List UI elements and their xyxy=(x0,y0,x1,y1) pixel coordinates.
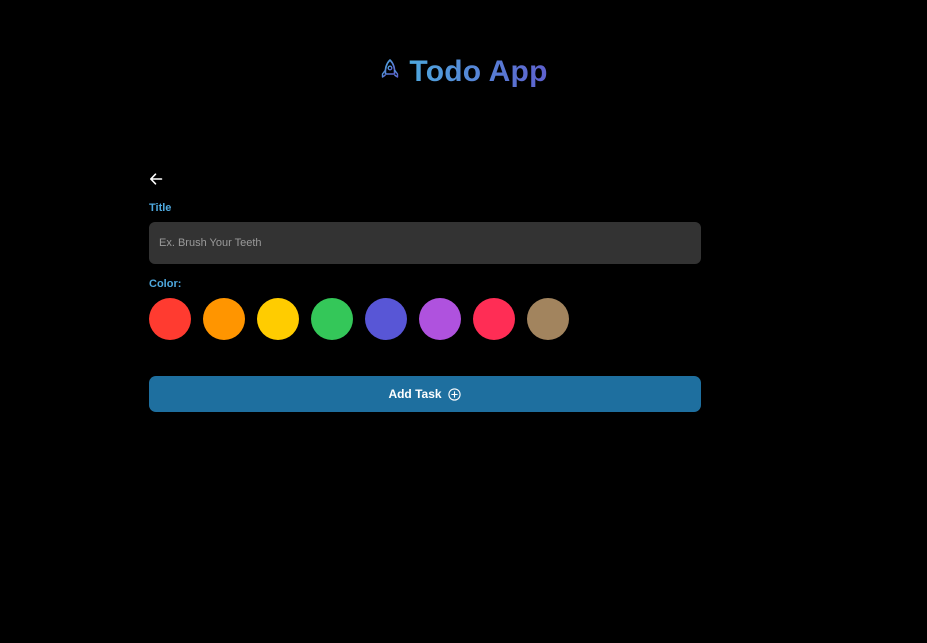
task-form: Title Color: Add Task xyxy=(149,172,701,412)
plus-circle-icon xyxy=(448,387,462,401)
color-swatch-pink[interactable] xyxy=(473,298,515,340)
add-task-label: Add Task xyxy=(388,387,442,401)
arrow-left-icon xyxy=(149,172,163,191)
color-swatch-yellow[interactable] xyxy=(257,298,299,340)
title-label: Title xyxy=(149,202,172,214)
page: Todo App Title Color: Add Task xyxy=(0,0,927,643)
color-label: Color: xyxy=(149,278,182,290)
color-swatch-red[interactable] xyxy=(149,298,191,340)
title-input[interactable] xyxy=(149,222,701,264)
back-button[interactable] xyxy=(147,172,165,190)
color-swatch-indigo[interactable] xyxy=(365,298,407,340)
app-header: Todo App xyxy=(0,50,927,94)
color-swatch-brown[interactable] xyxy=(527,298,569,340)
add-task-button[interactable]: Add Task xyxy=(149,376,701,412)
color-swatch-orange[interactable] xyxy=(203,298,245,340)
color-swatch-green[interactable] xyxy=(311,298,353,340)
app-title: Todo App xyxy=(409,52,547,92)
rocket-icon xyxy=(379,57,401,87)
color-swatch-purple[interactable] xyxy=(419,298,461,340)
color-picker xyxy=(149,298,701,340)
